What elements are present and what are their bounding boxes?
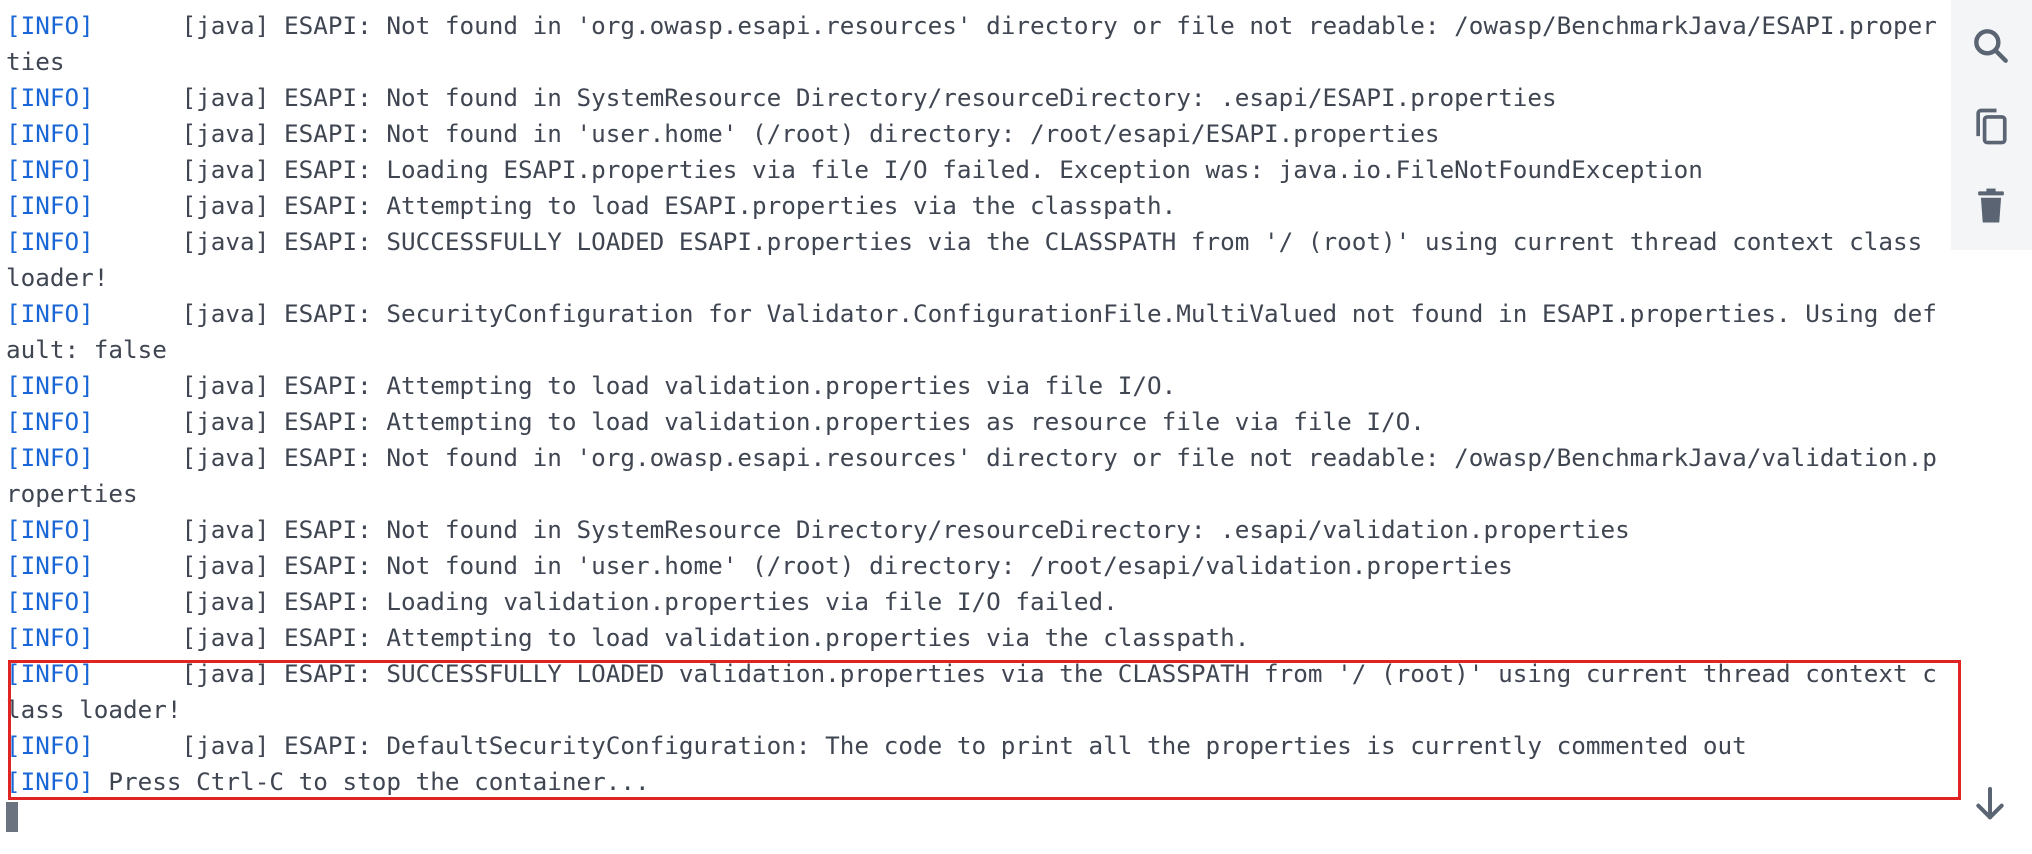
log-message: [java] ESAPI: Not found in 'org.owasp.es…: [6, 443, 1937, 508]
clear-button[interactable]: [1961, 176, 2021, 236]
log-tag: [INFO]: [6, 731, 94, 760]
log-tag: [INFO]: [6, 767, 94, 796]
log-text: [INFO] [java] ESAPI: Not found in 'org.o…: [6, 8, 1951, 836]
prompt-line: [6, 800, 1951, 836]
log-message: [java] ESAPI: Not found in 'org.owasp.es…: [6, 11, 1937, 76]
trash-icon: [1978, 188, 2004, 223]
log-tag: [INFO]: [6, 119, 94, 148]
log-line: [INFO] [java] ESAPI: Attempting to load …: [6, 620, 1951, 656]
log-message: [java] ESAPI: Loading ESAPI.properties v…: [93, 155, 1703, 184]
log-message: [java] ESAPI: DefaultSecurityConfigurati…: [93, 731, 1747, 760]
log-message: [java] ESAPI: SUCCESSFULLY LOADED ESAPI.…: [6, 227, 1937, 292]
copy-icon: [1976, 108, 2007, 145]
log-line: [INFO] [java] ESAPI: Not found in 'org.o…: [6, 440, 1951, 512]
log-message: [java] ESAPI: Attempting to load ESAPI.p…: [93, 191, 1177, 220]
log-tag: [INFO]: [6, 227, 94, 256]
scroll-to-bottom-button[interactable]: [1960, 774, 2020, 834]
log-tag: [INFO]: [6, 83, 94, 112]
log-tag: [INFO]: [6, 191, 94, 220]
log-message: [java] ESAPI: Attempting to load validat…: [93, 623, 1250, 652]
log-tag: [INFO]: [6, 515, 94, 544]
log-message: Press Ctrl-C to stop the container...: [93, 767, 650, 796]
log-line: [INFO] [java] ESAPI: SUCCESSFULLY LOADED…: [6, 224, 1951, 296]
log-line: [INFO] [java] ESAPI: Loading ESAPI.prope…: [6, 152, 1951, 188]
log-message: [java] ESAPI: Not found in 'user.home' (…: [93, 551, 1513, 580]
terminal-output[interactable]: [INFO] [java] ESAPI: Not found in 'org.o…: [6, 8, 1951, 848]
log-message: [java] ESAPI: Attempting to load validat…: [93, 407, 1425, 436]
log-line: [INFO] [java] ESAPI: Not found in 'user.…: [6, 548, 1951, 584]
log-line: [INFO] [java] ESAPI: SecurityConfigurati…: [6, 296, 1951, 368]
log-line: [INFO] [java] ESAPI: Attempting to load …: [6, 368, 1951, 404]
copy-button[interactable]: [1961, 97, 2021, 157]
log-line: [INFO] [java] ESAPI: Not found in 'org.o…: [6, 8, 1951, 80]
log-line: [INFO] [java] ESAPI: Not found in 'user.…: [6, 116, 1951, 152]
log-line: [INFO] [java] ESAPI: Not found in System…: [6, 512, 1951, 548]
log-message: [java] ESAPI: Not found in 'user.home' (…: [93, 119, 1440, 148]
search-icon: [1974, 29, 2008, 63]
log-message: [java] ESAPI: Not found in SystemResourc…: [93, 515, 1630, 544]
log-line: [INFO] [java] ESAPI: Loading validation.…: [6, 584, 1951, 620]
log-message: [java] ESAPI: SecurityConfiguration for …: [6, 299, 1937, 364]
log-line: [INFO] [java] ESAPI: Not found in System…: [6, 80, 1951, 116]
log-tag: [INFO]: [6, 587, 94, 616]
log-tag: [INFO]: [6, 299, 94, 328]
log-line: [INFO] Press Ctrl-C to stop the containe…: [6, 764, 1951, 800]
log-tag: [INFO]: [6, 659, 94, 688]
log-tag: [INFO]: [6, 407, 94, 436]
log-tag: [INFO]: [6, 11, 94, 40]
log-message: [java] ESAPI: Loading validation.propert…: [93, 587, 1118, 616]
search-button[interactable]: [1961, 16, 2021, 76]
arrow-down-icon: [1976, 787, 2004, 820]
log-line: [INFO] [java] ESAPI: Attempting to load …: [6, 404, 1951, 440]
log-message: [java] ESAPI: Not found in SystemResourc…: [93, 83, 1557, 112]
log-toolbar: [1951, 0, 2032, 250]
log-line: [INFO] [java] ESAPI: SUCCESSFULLY LOADED…: [6, 656, 1951, 728]
log-message: [java] ESAPI: SUCCESSFULLY LOADED valida…: [6, 659, 1937, 724]
terminal-cursor: [6, 802, 18, 832]
log-tag: [INFO]: [6, 155, 94, 184]
log-line: [INFO] [java] ESAPI: DefaultSecurityConf…: [6, 728, 1951, 764]
log-message: [java] ESAPI: Attempting to load validat…: [93, 371, 1177, 400]
log-tag: [INFO]: [6, 443, 94, 472]
log-tag: [INFO]: [6, 623, 94, 652]
log-tag: [INFO]: [6, 551, 94, 580]
log-line: [INFO] [java] ESAPI: Attempting to load …: [6, 188, 1951, 224]
log-tag: [INFO]: [6, 371, 94, 400]
